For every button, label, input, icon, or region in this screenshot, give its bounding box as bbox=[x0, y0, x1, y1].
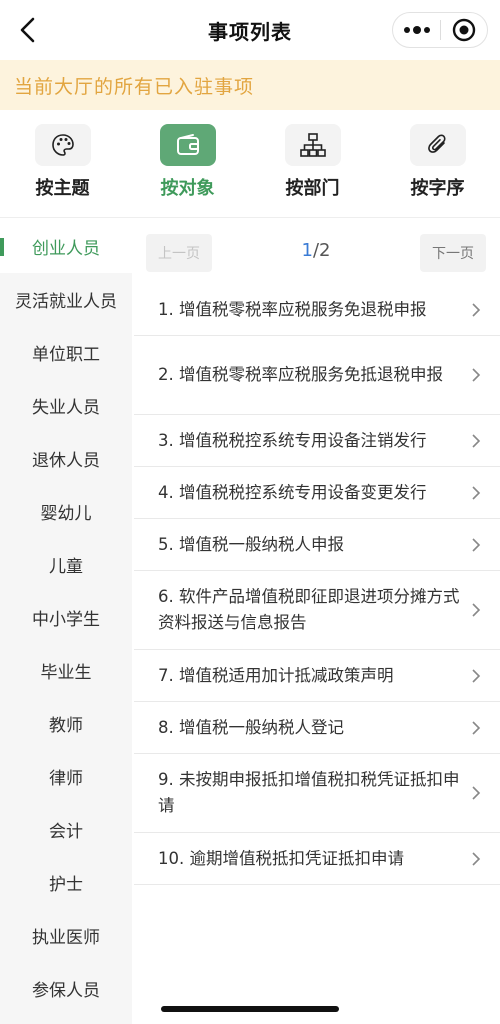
sidebar-item-lawyers[interactable]: 律师 bbox=[0, 750, 132, 803]
list-item-text: 2. 增值税零税率应税服务免抵退税申报 bbox=[158, 365, 443, 384]
chevron-right-icon bbox=[472, 603, 481, 617]
chevron-right-icon bbox=[472, 668, 481, 683]
chevron-right-icon bbox=[472, 851, 481, 866]
list-item-text: 10. 逾期增值税抵扣凭证抵扣申请 bbox=[158, 848, 404, 868]
page: 事项列表 当前大厅的所有已入驻事项 按主题 按对象 按部门 按字序 创业人员 灵… bbox=[0, 0, 500, 1024]
chevron-right-icon bbox=[472, 786, 481, 800]
tab-by-object[interactable]: 按对象 bbox=[125, 110, 250, 217]
org-chart-icon bbox=[299, 133, 326, 157]
chevron-right-icon bbox=[472, 302, 481, 317]
tab-label: 按字序 bbox=[410, 178, 465, 199]
list-item[interactable]: 5. 增值税一般纳税人申报 bbox=[134, 519, 500, 571]
sidebar-item-students[interactable]: 中小学生 bbox=[0, 591, 132, 644]
list-item-text: 5. 增值税一般纳税人申报 bbox=[158, 534, 344, 554]
total-pages: 2 bbox=[319, 240, 331, 261]
list-item-text: 1. 增值税零税率应税服务免退税申报 bbox=[158, 299, 427, 319]
page-title: 事项列表 bbox=[208, 19, 292, 44]
next-page-button[interactable]: 下一页 bbox=[420, 234, 486, 272]
sidebar-item-unemployed[interactable]: 失业人员 bbox=[0, 379, 132, 432]
chevron-right-icon bbox=[472, 485, 481, 500]
tab-label: 按部门 bbox=[285, 178, 340, 199]
list-item[interactable]: 6. 软件产品增值税即征即退进项分摊方式资料报送与信息报告 bbox=[134, 571, 500, 650]
wallet-icon bbox=[176, 134, 199, 155]
tab-by-alphabet[interactable]: 按字序 bbox=[375, 110, 500, 217]
chevron-right-icon bbox=[472, 368, 481, 382]
more-button[interactable] bbox=[393, 13, 440, 47]
home-indicator[interactable] bbox=[161, 1006, 339, 1012]
list-item[interactable]: 4. 增值税税控系统专用设备变更发行 bbox=[134, 467, 500, 519]
matter-list: 1. 增值税零税率应税服务免退税申报 2. 增值税零税率应税服务免抵退税申报 3… bbox=[132, 284, 500, 885]
sidebar-item-nurses[interactable]: 护士 bbox=[0, 856, 132, 909]
sidebar-item-accountants[interactable]: 会计 bbox=[0, 803, 132, 856]
sidebar: 创业人员 灵活就业人员 单位职工 失业人员 退休人员 婴幼儿 儿童 中小学生 毕… bbox=[0, 220, 132, 1024]
notice-text: 当前大厅的所有已入驻事项 bbox=[14, 75, 255, 98]
mini-program-capsule bbox=[392, 12, 488, 48]
sidebar-item-flexible-workers[interactable]: 灵活就业人员 bbox=[0, 273, 132, 326]
target-close-icon bbox=[452, 18, 476, 42]
list-item[interactable]: 7. 增值税适用加计抵减政策声明 bbox=[134, 650, 500, 702]
tab-label: 按主题 bbox=[35, 178, 90, 199]
list-item-text: 6. 软件产品增值税即征即退进项分摊方式资料报送与信息报告 bbox=[158, 587, 460, 632]
current-page: 1 bbox=[301, 240, 313, 261]
list-item[interactable]: 1. 增值税零税率应税服务免退税申报 bbox=[134, 284, 500, 336]
list-item[interactable]: 2. 增值税零税率应税服务免抵退税申报 bbox=[134, 336, 500, 415]
palette-icon bbox=[51, 134, 74, 156]
sidebar-item-infants[interactable]: 婴幼儿 bbox=[0, 485, 132, 538]
list-item-text: 4. 增值税税控系统专用设备变更发行 bbox=[158, 482, 427, 502]
list-item[interactable]: 10. 逾期增值税抵扣凭证抵扣申请 bbox=[134, 833, 500, 885]
sidebar-item-teachers[interactable]: 教师 bbox=[0, 697, 132, 750]
sidebar-item-physicians[interactable]: 执业医师 bbox=[0, 909, 132, 962]
tab-label: 按对象 bbox=[160, 178, 215, 199]
list-item-text: 8. 增值税一般纳税人登记 bbox=[158, 717, 344, 737]
paperclip-icon bbox=[427, 134, 446, 153]
tab-by-department[interactable]: 按部门 bbox=[250, 110, 375, 217]
sidebar-item-insured[interactable]: 参保人员 bbox=[0, 962, 132, 1015]
list-item[interactable]: 3. 增值税税控系统专用设备注销发行 bbox=[134, 415, 500, 467]
sidebar-item-employees[interactable]: 单位职工 bbox=[0, 326, 132, 379]
more-dots-icon bbox=[403, 26, 430, 34]
chevron-right-icon bbox=[472, 433, 481, 448]
list-item-text: 9. 未按期申报抵扣增值税扣税凭证抵扣申请 bbox=[158, 770, 460, 815]
tab-by-theme[interactable]: 按主题 bbox=[0, 110, 125, 217]
list-item[interactable]: 8. 增值税一般纳税人登记 bbox=[134, 702, 500, 754]
back-button[interactable] bbox=[14, 14, 44, 46]
list-item-text: 3. 增值税税控系统专用设备注销发行 bbox=[158, 430, 427, 450]
item-list-panel: 上一页 1/2 下一页 1. 增值税零税率应税服务免退税申报 2. 增值税零税率… bbox=[132, 220, 500, 1024]
sidebar-item-retirees[interactable]: 退休人员 bbox=[0, 432, 132, 485]
sidebar-item-children[interactable]: 儿童 bbox=[0, 538, 132, 591]
pagination: 上一页 1/2 下一页 bbox=[132, 220, 500, 284]
sidebar-item-graduates[interactable]: 毕业生 bbox=[0, 644, 132, 697]
chevron-right-icon bbox=[472, 537, 481, 552]
nav-bar: 事项列表 bbox=[0, 0, 500, 60]
list-item-text: 7. 增值税适用加计抵减政策声明 bbox=[158, 665, 394, 685]
chevron-left-icon bbox=[20, 17, 35, 43]
category-tabs: 按主题 按对象 按部门 按字序 bbox=[0, 110, 500, 218]
chevron-right-icon bbox=[472, 720, 481, 735]
notice-banner: 当前大厅的所有已入驻事项 bbox=[0, 60, 500, 110]
list-item[interactable]: 9. 未按期申报抵扣增值税扣税凭证抵扣申请 bbox=[134, 754, 500, 833]
close-button[interactable] bbox=[441, 13, 487, 47]
sidebar-item-entrepreneurs[interactable]: 创业人员 bbox=[0, 220, 132, 273]
